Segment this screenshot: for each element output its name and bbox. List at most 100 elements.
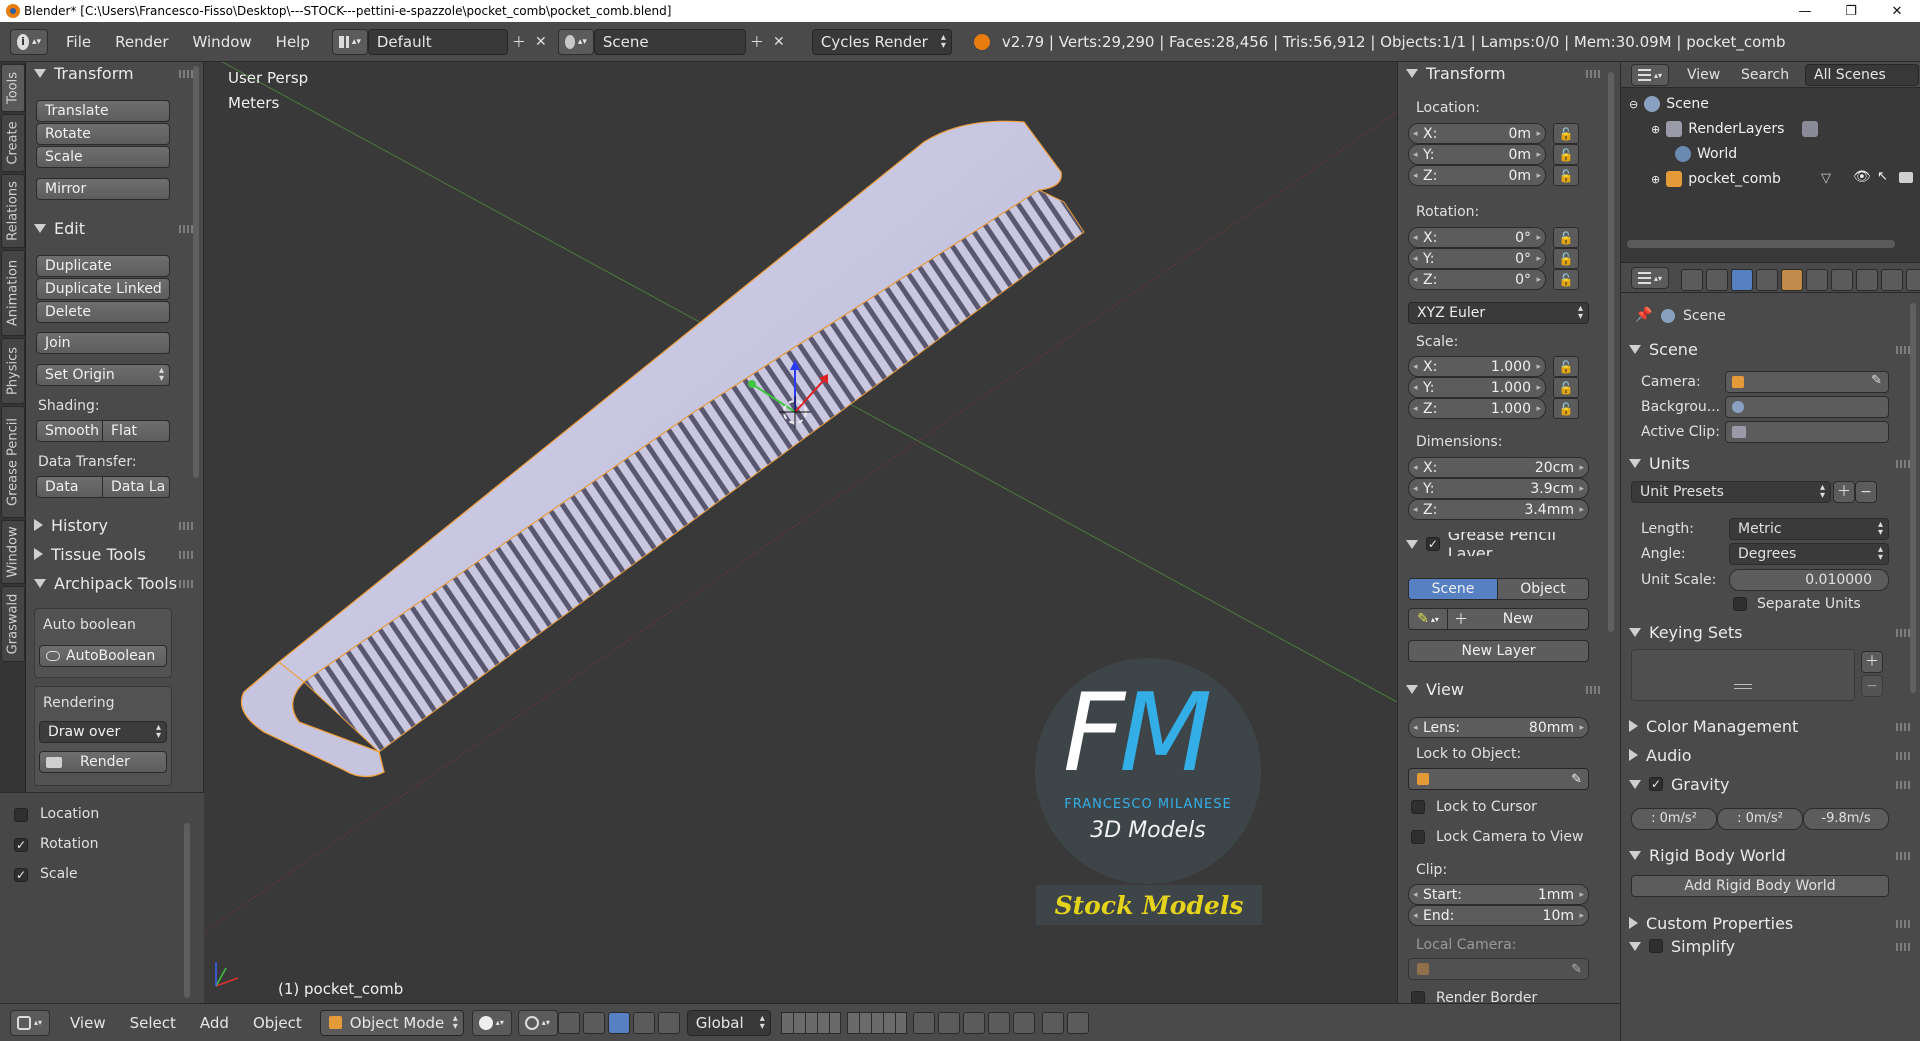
layout-name-field[interactable]: Default [367,28,508,55]
drag-grip-icon[interactable] [1896,781,1910,789]
gravity-z-field[interactable]: -9.8m/s [1803,808,1889,830]
lens-field[interactable]: Lens: 80mm [1408,717,1589,738]
scene-section-header[interactable]: Scene [1629,337,1698,361]
set-origin-dropdown[interactable]: Set Origin ▴ ▾ [36,364,170,386]
outliner-display-mode-dropdown[interactable]: All Scenes [1805,64,1919,86]
rotation-z-field[interactable]: Z: 0° [1408,269,1546,290]
drag-grip-icon[interactable] [1896,943,1910,951]
grease-pencil-panel-header[interactable]: ✓ Grease Pencil Layer [1406,532,1602,556]
outliner-row-pocket-comb[interactable]: ⊕ pocket_comb [1651,167,1781,191]
object-tab-icon[interactable] [1781,269,1803,291]
drag-grip-icon[interactable] [179,522,193,530]
outliner-hscrollbar[interactable] [1627,240,1895,248]
menu-add[interactable]: Add [188,1014,241,1032]
drag-grip-icon[interactable] [179,225,193,233]
scale-button[interactable]: Scale [36,146,170,168]
render-layer-toggle-icon[interactable] [1802,121,1819,137]
outliner-editor-type-button[interactable]: ▴▾ [1631,64,1669,86]
dimensions-x-field[interactable]: X: 20cm [1408,457,1589,478]
join-button[interactable]: Join [36,332,170,354]
units-section-header[interactable]: Units [1629,451,1690,475]
pivot-point-dropdown[interactable]: ▴▾ [517,1009,558,1036]
collapse-toggle-icon[interactable]: ⊖ [1629,98,1638,111]
properties-scrollbar[interactable] [1910,303,1916,693]
remove-layout-icon[interactable]: ✕ [530,31,552,53]
lock-icon[interactable]: 🔓 [1553,269,1579,290]
render-button[interactable]: Render [39,751,167,773]
gravity-enable-checkbox[interactable]: ✓ [1649,777,1663,791]
menu-window[interactable]: Window [181,33,264,51]
data-transfer-button[interactable]: Data [36,476,103,498]
scene-name-field[interactable]: Scene [593,28,746,55]
gravity-section-header[interactable]: ✓ Gravity [1629,772,1729,796]
drag-grip-icon[interactable] [179,580,193,588]
transform-orientation-dropdown[interactable]: Global ▴ ▾ [686,1009,771,1036]
simplify-section-header[interactable]: Simplify [1629,934,1735,958]
lock-icon[interactable]: 🔓 [1553,377,1579,398]
remove-keying-set-button[interactable]: − [1861,675,1883,697]
location-y-field[interactable]: Y: 0m [1408,144,1546,165]
opengl-render-icon[interactable] [1041,1011,1064,1034]
rotation-y-field[interactable]: Y: 0° [1408,248,1546,269]
archipack-panel-header[interactable]: Archipack Tools [34,571,184,595]
3d-viewport[interactable]: User Persp Meters (1) pocket_comb FM FRA… [204,62,1397,1003]
unit-scale-field[interactable]: 0.010000 [1729,569,1889,591]
delete-button[interactable]: Delete [36,301,170,323]
expand-toggle-icon[interactable]: ⊕ [1651,123,1660,136]
remove-preset-button[interactable]: − [1855,481,1877,503]
transform-panel-header[interactable]: Transform [34,61,134,85]
opengl-render-animation-icon[interactable] [1066,1011,1089,1034]
lock-icon[interactable]: 🔓 [1553,398,1579,419]
lock-icon[interactable]: 🔓 [1553,144,1579,165]
audio-section-header[interactable]: Audio [1629,743,1691,767]
visibility-eye-icon[interactable]: 👁 [1853,169,1871,185]
tab-window[interactable]: Window [1,520,25,584]
rotate-button[interactable]: Rotate [36,123,170,145]
close-button[interactable]: ✕ [1874,0,1920,22]
expand-toggle-icon[interactable]: ⊕ [1651,173,1660,186]
operator-scrollbar[interactable] [184,823,190,998]
add-scene-icon[interactable]: ＋ [746,31,768,53]
edit-panel-header[interactable]: Edit [34,216,85,240]
maximize-button[interactable]: ❐ [1828,0,1874,22]
active-clip-field[interactable] [1725,421,1889,443]
renderable-camera-icon[interactable] [1899,172,1913,183]
scale-manipulator-icon[interactable] [657,1011,680,1034]
color-management-section-header[interactable]: Color Management [1629,714,1798,738]
dimensions-z-field[interactable]: Z: 3.4mm [1408,499,1589,520]
scene-selector[interactable]: ▴▾ [557,28,594,55]
scale-checkbox[interactable]: ✓ [14,868,28,882]
world-tab-icon[interactable] [1756,269,1778,291]
menu-view[interactable]: View [58,1014,118,1032]
n-panel-scrollbar[interactable] [1608,72,1614,632]
menu-file[interactable]: File [54,33,103,51]
grease-pencil-enable-checkbox[interactable]: ✓ [1426,537,1440,551]
outliner-row-renderlayers[interactable]: ⊕ RenderLayers [1651,117,1819,141]
lock-icon[interactable]: 🔓 [1553,227,1579,248]
shading-flat-button[interactable]: Flat [102,420,170,442]
menu-render[interactable]: Render [103,33,180,51]
gp-new-button[interactable]: ＋ New [1447,608,1589,630]
lock-to-cursor-checkbox[interactable] [1411,800,1425,814]
lock-camera-to-view-checkbox[interactable] [1411,830,1425,844]
gravity-x-field[interactable]: : 0m/s² [1631,808,1717,830]
scene-camera-field[interactable]: ✎ [1725,371,1889,393]
clip-start-field[interactable]: Start: 1mm [1408,884,1589,905]
outliner-row-scene[interactable]: ⊖ Scene [1629,92,1709,116]
layer-lock-icon[interactable] [912,1011,935,1034]
drag-grip-icon[interactable] [1896,346,1910,354]
location-x-field[interactable]: X: 0m [1408,123,1546,144]
minimize-button[interactable]: — [1782,0,1828,22]
view-panel-header[interactable]: View [1406,677,1464,701]
toolshelf-scrollbar[interactable] [193,66,199,478]
menu-object[interactable]: Object [241,1014,314,1032]
manipulate-center-icon[interactable] [557,1011,580,1034]
dimensions-y-field[interactable]: Y: 3.9cm [1408,478,1589,499]
scene-tab-icon[interactable] [1731,269,1753,291]
data-tab-icon[interactable] [1856,269,1878,291]
drag-grip-icon[interactable] [1896,629,1910,637]
outliner-row-world[interactable]: World [1675,142,1737,166]
constraints-tab-icon[interactable] [1806,269,1828,291]
tab-create[interactable]: Create [1,114,25,172]
drag-grip-icon[interactable] [1586,70,1600,78]
